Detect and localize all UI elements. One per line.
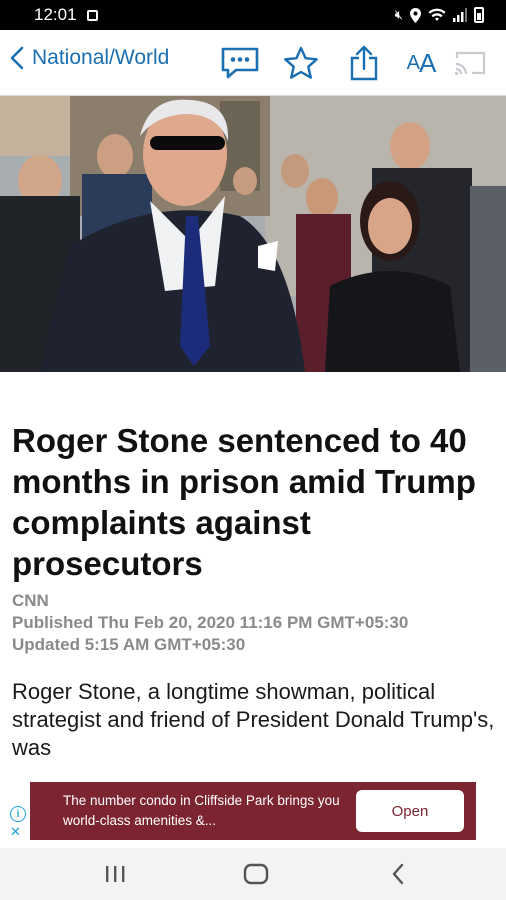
bookmark-button[interactable]: [282, 46, 320, 80]
wifi-icon: [428, 8, 446, 21]
status-time: 12:01: [34, 5, 77, 24]
back-section-label: National/World: [32, 46, 170, 69]
article-hero-image: [0, 96, 506, 372]
ad-banner[interactable]: i ✕ The number condo in Cliffside Park b…: [10, 782, 476, 840]
article-headline: Roger Stone sentenced to 40 months in pr…: [12, 422, 476, 582]
article-source: CNN: [12, 591, 49, 610]
recent-apps-button[interactable]: [100, 860, 130, 888]
home-button[interactable]: [240, 860, 272, 888]
screenshot-notification-icon: [86, 9, 98, 21]
home-icon: [243, 863, 269, 885]
ad-info-icon[interactable]: i: [10, 806, 26, 822]
battery-icon: [474, 7, 484, 23]
article-published-date: Published Thu Feb 20, 2020 11:16 PM GMT+…: [12, 613, 409, 632]
star-icon: [284, 46, 318, 79]
article-toolbar: National/World AA: [0, 30, 506, 96]
font-size-small-a: A: [406, 51, 420, 74]
ad-close-icon[interactable]: ✕: [10, 824, 21, 840]
ad-open-button[interactable]: Open: [356, 790, 464, 832]
system-navigation-bar: [0, 848, 506, 900]
article-updated-date: Updated 5:15 AM GMT+05:30: [12, 635, 246, 654]
news-photo: [0, 96, 506, 372]
font-size-button[interactable]: AA: [398, 46, 444, 80]
share-icon: [350, 45, 378, 81]
status-bar: 12:01 🔇︎: [0, 0, 506, 30]
comment-icon: [221, 47, 259, 79]
back-nav-button[interactable]: [384, 860, 412, 888]
chevron-left-icon: [10, 46, 24, 70]
recent-apps-icon: [106, 866, 125, 882]
ad-text: The number condo in Cliffside Park bring…: [63, 793, 340, 828]
mute-icon: 🔇︎: [394, 7, 403, 22]
article-content: Roger Stone sentenced to 40 months in pr…: [12, 420, 498, 762]
signal-icon: [453, 8, 467, 22]
cast-button[interactable]: [452, 46, 488, 80]
location-icon: [410, 7, 421, 23]
article-body: Roger Stone, a longtime showman, politic…: [12, 679, 495, 760]
cast-icon: [454, 51, 486, 76]
font-size-large-a: A: [419, 47, 436, 78]
article-meta: CNN Published Thu Feb 20, 2020 11:16 PM …: [12, 590, 498, 656]
comments-button[interactable]: [218, 46, 262, 80]
back-arrow-icon: [392, 863, 404, 885]
back-button[interactable]: National/World: [10, 46, 169, 70]
share-button[interactable]: [346, 45, 382, 81]
